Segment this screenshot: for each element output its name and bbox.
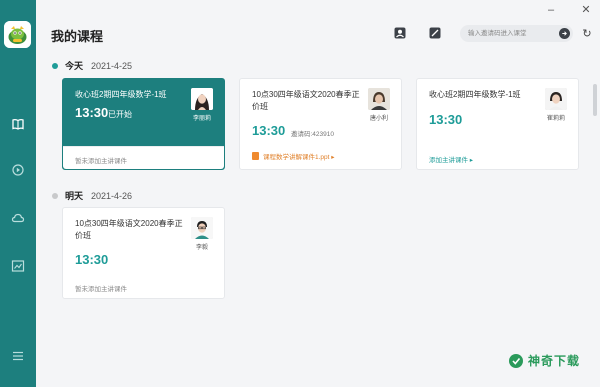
card-footer: 添加主讲课件 ▸ [417,146,578,169]
course-title: 10点30四年级语文2020春季正价班 [252,90,360,111]
courseware-name: 课程数学讲解课件1.ppt ▸ [263,154,335,161]
course-card[interactable]: 10点30四年级语文2020春季正价班 13:30 李毅 暂未添加主讲课件 [62,207,225,299]
course-title: 10点30四年级语文2020春季正价班 [75,219,183,240]
teacher-avatar [191,88,213,110]
ppt-file-icon [252,152,259,160]
course-time: 13:30 [252,123,286,138]
invite-code: 邀请码:423910 [291,131,334,138]
course-card[interactable]: 收心班2期四年级数学-1班 13:30 崔莉莉 添加主讲课件 ▸ [416,78,579,170]
teacher: 崔莉莉 [544,88,568,122]
teacher-name: 唐小利 [369,116,388,122]
refresh-icon[interactable]: ↻ [581,28,593,40]
watermark-text: 神奇下载 [528,354,581,368]
teacher: 唐小利 [367,88,391,122]
close-button[interactable]: ✕ [580,4,592,16]
card-footer: 暂未添加主讲课件 [63,275,224,298]
course-title: 收心班2期四年级数学-1班 [429,90,521,99]
sidebar [0,0,36,387]
book-icon[interactable] [8,114,28,134]
day-header-tomorrow: 明天 2021-4-26 [52,189,132,202]
day-label: 明天 [65,191,84,201]
page-title: 我的课程 [51,29,104,44]
day-date: 2021-4-25 [91,60,133,71]
card-footer: 暂未添加主讲课件 [63,146,224,169]
today-dot [52,62,58,69]
app-logo [4,21,31,48]
chart-icon[interactable] [8,256,28,276]
replay-icon[interactable] [8,160,28,180]
no-courseware-text: 暂未添加主讲课件 [75,158,127,165]
cloud-icon[interactable] [8,208,28,228]
watermark: 神奇下载 [508,352,580,369]
course-card[interactable]: 10点30四年级语文2020春季正价班 13:30 邀请码:423910 唐小利… [239,78,402,170]
menu-icon[interactable] [8,346,28,366]
day-header-today: 今天 2021-4-25 [52,59,132,72]
add-courseware-link[interactable]: 添加主讲课件 ▸ [429,154,473,164]
tomorrow-dot [52,192,58,199]
teacher: 李毅 [190,217,214,251]
teacher-avatar [191,217,213,239]
invite-code-search [460,25,573,42]
invite-code-input[interactable] [468,25,554,42]
teacher-avatar [368,88,390,110]
course-time: 13:30 [429,112,463,127]
whiteboard-icon[interactable] [428,26,442,40]
teacher-avatar [545,88,567,110]
no-courseware-text: 暂未添加主讲课件 [75,286,127,293]
course-title: 收心班2期四年级数学-1班 [75,90,167,99]
watermark-logo-icon [509,353,523,368]
courseware-link[interactable]: 课程数学讲解课件1.ppt ▸ [252,151,335,161]
teacher-name: 崔莉莉 [546,116,565,122]
course-card[interactable]: 收心班2期四年级数学-1班 13:30 已开始 李丽莉 暂未添加主讲课件 [62,78,225,170]
course-time: 13:30 [75,105,109,120]
day-label: 今天 [65,61,84,71]
main-area: – ✕ 我的课程 ↻ 今天 2021-4-25 收心班2期四年级数学-1班 13… [36,0,600,387]
teacher-name: 李丽莉 [192,116,211,122]
scrollbar[interactable] [593,84,597,116]
teacher-name: 李毅 [195,245,208,251]
live-classroom-icon[interactable] [393,26,407,40]
teacher: 李丽莉 [190,88,214,122]
enter-arrow-icon[interactable] [559,28,570,39]
day-date: 2021-4-26 [91,190,133,201]
minimize-button[interactable]: – [545,4,557,16]
course-time: 13:30 [75,252,109,267]
course-status: 已开始 [108,110,132,119]
